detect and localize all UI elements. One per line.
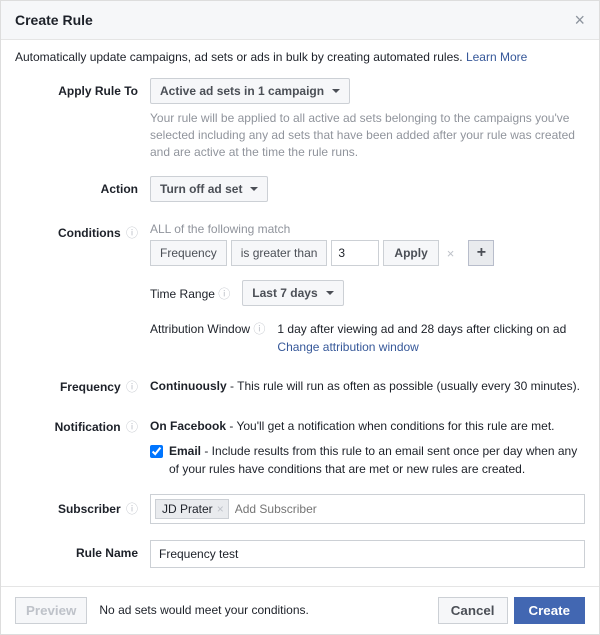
apply-rule-helper: Your rule will be applied to all active …	[150, 110, 585, 160]
label-action: Action	[15, 176, 150, 196]
change-attribution-link[interactable]: Change attribution window	[277, 340, 418, 354]
subscriber-chip: JD Prater ×	[155, 499, 229, 519]
conditions-all-match: ALL of the following match	[150, 218, 585, 236]
subscriber-field[interactable]: JD Prater ×	[150, 494, 585, 524]
chip-remove-icon[interactable]: ×	[217, 502, 224, 516]
cancel-button[interactable]: Cancel	[438, 597, 508, 624]
info-icon: ⓘ	[126, 502, 138, 516]
label-frequency: Frequency ⓘ	[15, 372, 150, 395]
condition-operator-select[interactable]: is greater than	[231, 240, 328, 266]
apply-rule-to-select[interactable]: Active ad sets in 1 campaign	[150, 78, 350, 104]
label-subscriber: Subscriber ⓘ	[15, 494, 150, 517]
label-apply-rule-to: Apply Rule To	[15, 78, 150, 98]
close-icon[interactable]: ×	[574, 11, 585, 29]
time-range-row: Time Range ⓘ Last 7 days	[150, 280, 585, 306]
create-rule-dialog: Create Rule × Automatically update campa…	[0, 0, 600, 635]
preview-button[interactable]: Preview	[15, 597, 87, 624]
learn-more-link[interactable]: Learn More	[466, 50, 527, 64]
dialog-title: Create Rule	[15, 12, 93, 28]
condition-value-input[interactable]	[331, 240, 379, 266]
intro-text: Automatically update campaigns, ad sets …	[1, 40, 599, 70]
email-checkbox[interactable]	[150, 445, 163, 458]
subscriber-input[interactable]	[233, 500, 580, 518]
info-icon: ⓘ	[126, 380, 138, 394]
condition-metric-select[interactable]: Frequency	[150, 240, 227, 266]
attribution-label: Attribution Window ⓘ	[150, 320, 265, 356]
label-rule-name: Rule Name	[15, 540, 150, 560]
info-icon: ⓘ	[218, 287, 230, 301]
attribution-value: 1 day after viewing ad and 28 days after…	[277, 322, 566, 336]
dialog-header: Create Rule ×	[1, 1, 599, 40]
frequency-description: Continuously - This rule will run as oft…	[150, 372, 585, 395]
caret-down-icon	[326, 291, 334, 295]
time-range-select[interactable]: Last 7 days	[242, 280, 343, 306]
condition-add-button[interactable]: +	[468, 240, 494, 266]
condition-apply-button[interactable]: Apply	[383, 240, 438, 266]
rule-form: Apply Rule To Active ad sets in 1 campai…	[1, 70, 599, 586]
email-description: Email - Include results from this rule t…	[169, 443, 585, 478]
info-icon: ⓘ	[126, 226, 138, 240]
time-range-label: Time Range ⓘ	[150, 285, 230, 302]
caret-down-icon	[250, 187, 258, 191]
info-icon: ⓘ	[126, 420, 138, 434]
dialog-footer: Preview No ad sets would meet your condi…	[1, 586, 599, 634]
attribution-row: Attribution Window ⓘ 1 day after viewing…	[150, 320, 585, 356]
action-select[interactable]: Turn off ad set	[150, 176, 268, 202]
caret-down-icon	[332, 89, 340, 93]
info-icon: ⓘ	[253, 322, 265, 336]
create-button[interactable]: Create	[514, 597, 586, 624]
email-notification-row: Email - Include results from this rule t…	[150, 443, 585, 478]
condition-remove-icon[interactable]: ×	[443, 246, 459, 261]
notification-description: On Facebook - You'll get a notification …	[150, 412, 585, 435]
label-conditions: Conditions ⓘ	[15, 218, 150, 241]
rule-name-input[interactable]	[150, 540, 585, 568]
condition-row: Frequency is greater than Apply × +	[150, 240, 585, 266]
label-notification: Notification ⓘ	[15, 412, 150, 435]
footer-message: No ad sets would meet your conditions.	[99, 603, 437, 617]
